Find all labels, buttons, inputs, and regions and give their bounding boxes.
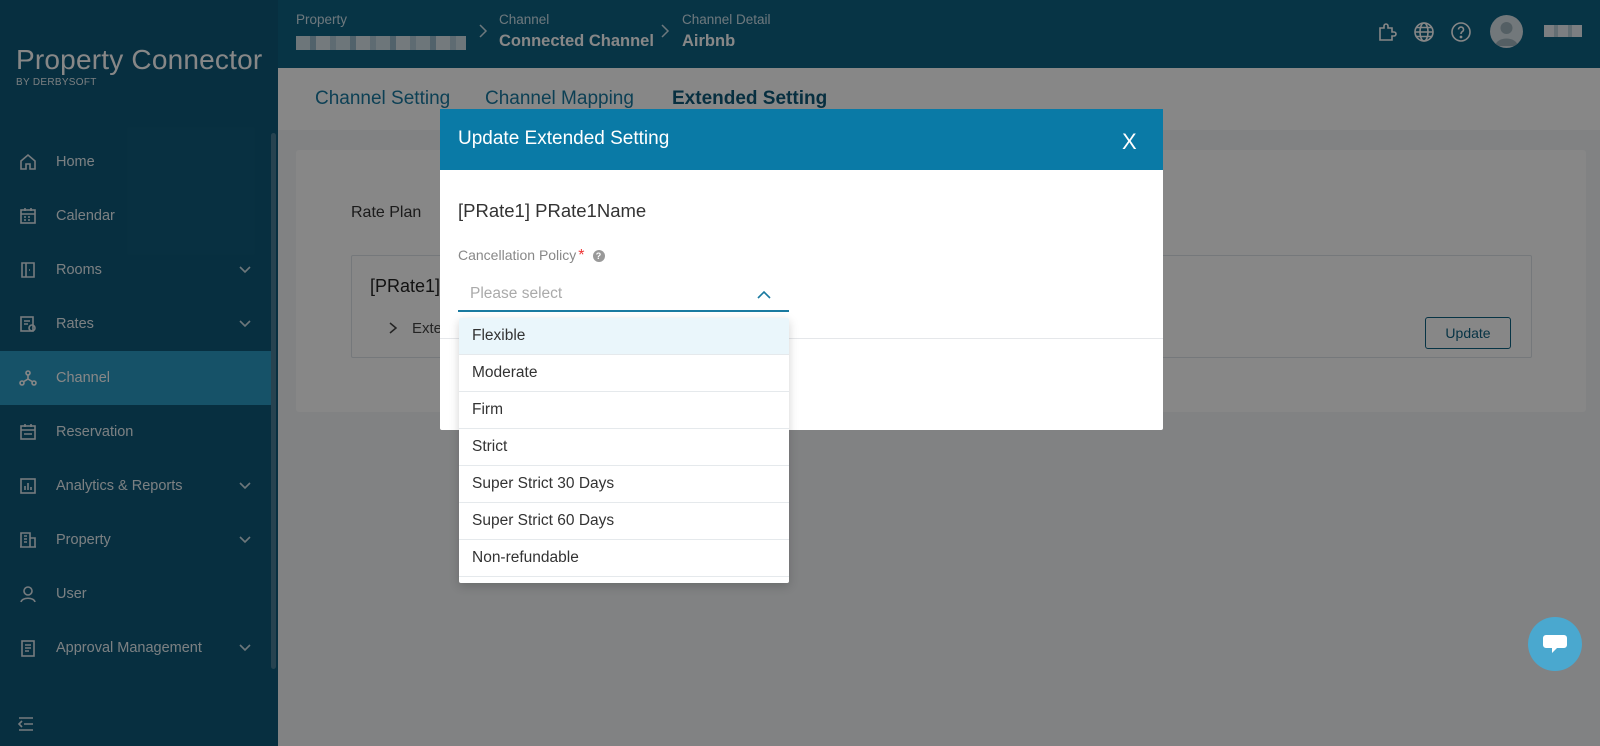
chevron-up-icon: [757, 290, 771, 299]
cancellation-policy-label: Cancellation Policy *?: [458, 247, 605, 265]
option-strict[interactable]: Strict: [459, 429, 789, 466]
select-placeholder: Please select: [470, 285, 563, 302]
help-icon[interactable]: ?: [592, 250, 605, 262]
rate-plan-name: [PRate1] PRate1Name: [458, 200, 647, 221]
option-super-strict-30[interactable]: Super Strict 30 Days: [459, 466, 789, 503]
option-moderate[interactable]: Moderate: [459, 355, 789, 392]
close-button[interactable]: X: [1122, 129, 1137, 155]
option-firm[interactable]: Firm: [459, 392, 789, 429]
field-label-text: Cancellation Policy: [458, 247, 577, 263]
modal-title: Update Extended Setting: [458, 128, 670, 149]
required-mark: *: [578, 247, 585, 264]
chat-icon: [1543, 635, 1567, 653]
modal-header: Update Extended Setting X: [440, 109, 1163, 170]
option-super-strict-60[interactable]: Super Strict 60 Days: [459, 503, 789, 540]
chat-button[interactable]: [1528, 617, 1582, 671]
option-non-refundable[interactable]: Non-refundable: [459, 540, 789, 577]
cancellation-policy-dropdown: Flexible Moderate Firm Strict Super Stri…: [459, 318, 789, 583]
option-flexible[interactable]: Flexible: [459, 318, 789, 355]
cancellation-policy-select[interactable]: Please select: [458, 279, 789, 312]
